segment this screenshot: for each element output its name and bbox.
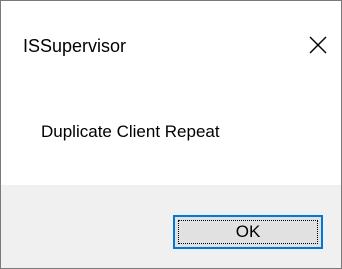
ok-button-label: OK — [235, 222, 261, 241]
dialog-footer: OK — [1, 185, 341, 268]
message-dialog: ISSupervisor Duplicate Client Repeat OK — [0, 0, 342, 269]
close-button[interactable] — [295, 21, 341, 69]
dialog-title: ISSupervisor — [23, 36, 127, 56]
dialog-title-bar: ISSupervisor — [1, 1, 341, 93]
ok-button[interactable]: OK — [173, 215, 323, 249]
dialog-message: Duplicate Client Repeat — [41, 122, 220, 141]
dialog-body: Duplicate Client Repeat — [1, 93, 341, 185]
close-icon — [309, 36, 327, 54]
